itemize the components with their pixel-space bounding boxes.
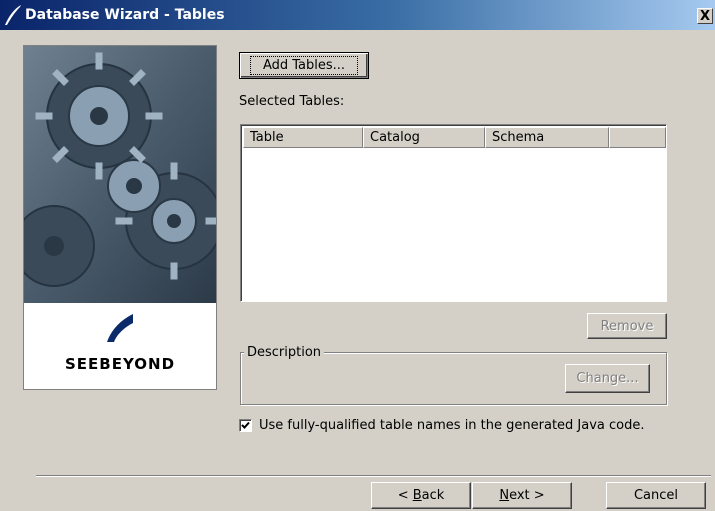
fully-qualified-checkbox[interactable] bbox=[239, 419, 252, 432]
change-button[interactable]: Change... bbox=[565, 364, 650, 393]
fully-qualified-label[interactable]: Use fully-qualified table names in the g… bbox=[259, 418, 645, 433]
add-tables-label: Add Tables... bbox=[249, 56, 359, 75]
wizard-logo-icon bbox=[5, 5, 21, 25]
add-tables-button[interactable]: Add Tables... bbox=[239, 52, 369, 79]
wizard-side-panel: SEEBEYOND bbox=[23, 45, 217, 390]
footer-separator bbox=[36, 475, 711, 477]
gears-image bbox=[24, 46, 216, 303]
cancel-button[interactable]: Cancel bbox=[606, 482, 706, 509]
table-header: Table Catalog Schema bbox=[243, 127, 666, 148]
close-icon: X bbox=[699, 9, 711, 24]
remove-button[interactable]: Remove bbox=[587, 313, 667, 339]
checkmark-icon bbox=[241, 421, 250, 429]
brand-name: SEEBEYOND bbox=[64, 355, 176, 373]
remove-label: Remove bbox=[600, 318, 654, 334]
selected-tables-list[interactable]: Table Catalog Schema bbox=[240, 124, 667, 302]
window-title: Database Wizard - Tables bbox=[25, 7, 225, 23]
next-label: Next > bbox=[499, 488, 545, 503]
back-label: < Back bbox=[397, 488, 445, 503]
column-header-catalog[interactable]: Catalog bbox=[363, 127, 485, 148]
seebeyond-logo-icon bbox=[107, 314, 133, 342]
description-legend: Description bbox=[244, 345, 325, 360]
title-bar: Database Wizard - Tables X bbox=[0, 0, 715, 30]
selected-tables-label: Selected Tables: bbox=[239, 94, 345, 109]
cancel-label: Cancel bbox=[633, 488, 679, 503]
column-header-schema[interactable]: Schema bbox=[485, 127, 609, 148]
close-button[interactable]: X bbox=[697, 8, 713, 24]
next-button[interactable]: Next > bbox=[472, 482, 572, 509]
change-label: Change... bbox=[576, 371, 639, 386]
back-button[interactable]: < Back bbox=[371, 482, 471, 509]
column-header-table[interactable]: Table bbox=[243, 127, 363, 148]
column-header-extra[interactable] bbox=[609, 127, 666, 148]
